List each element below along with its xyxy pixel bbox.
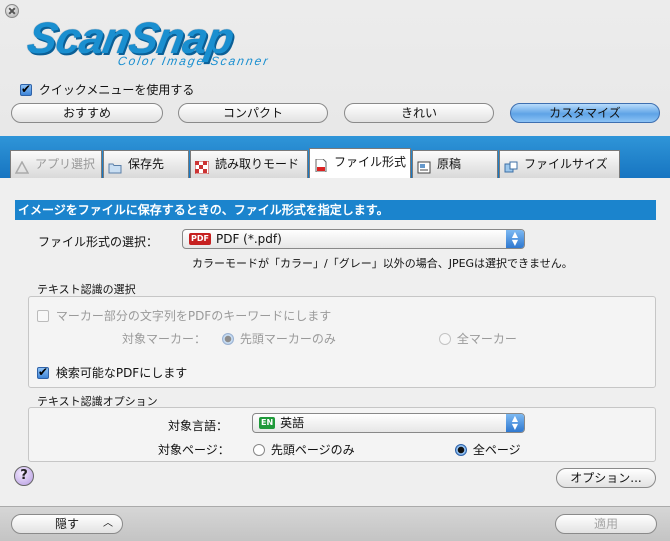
pdf-badge-icon: PDF — [189, 232, 211, 245]
jpeg-note: カラーモードが「カラー」/「グレー」以外の場合、JPEGは選択できません。 — [192, 257, 573, 270]
all-pages-radio-row[interactable]: 全ページ — [455, 441, 521, 458]
tab-label: ファイル形式 — [334, 155, 407, 169]
tab-label: 原稿 — [437, 157, 462, 171]
hide-label: 隠す — [54, 517, 79, 531]
text-recognition-group-label: テキスト認識の選択 — [37, 283, 136, 296]
en-badge-icon: EN — [259, 416, 276, 429]
first-marker-radio — [222, 332, 234, 345]
tab-label: 保存先 — [128, 157, 165, 171]
preset-compact-button[interactable]: コンパクト — [178, 103, 328, 123]
help-icon[interactable]: ? — [14, 466, 34, 486]
quick-menu-checkbox-row[interactable]: クイックメニューを使用する — [20, 81, 194, 98]
pages-label: 対象ページ： — [158, 443, 230, 457]
searchable-pdf-label: 検索可能なPDFにします — [55, 366, 188, 380]
folder-icon — [108, 157, 122, 174]
select-arrows-icon: ▲ ▼ — [506, 414, 524, 432]
section-heading: イメージをファイルに保存するときの、ファイル形式を指定します。 — [15, 200, 656, 220]
pdf-file-icon — [314, 155, 328, 173]
tab-file-format[interactable]: ファイル形式 — [309, 148, 411, 178]
close-icon[interactable] — [5, 4, 19, 18]
first-page-label: 先頭ページのみ — [270, 443, 355, 457]
tab-label: 読み取りモード — [215, 157, 300, 171]
quick-menu-label: クイックメニューを使用する — [38, 83, 195, 97]
app-icon — [14, 157, 30, 174]
tab-save-location[interactable]: 保存先 — [103, 150, 189, 178]
language-label: 対象言語： — [168, 419, 229, 433]
first-page-radio-row[interactable]: 先頭ページのみ — [253, 441, 355, 458]
tab-document[interactable]: 原稿 — [412, 150, 498, 178]
tab-file-size[interactable]: ファイルサイズ — [499, 150, 620, 178]
document-icon — [417, 157, 431, 174]
first-marker-radio-row: 先頭マーカーのみ — [222, 330, 336, 347]
tab-app-select: アプリ選択 — [10, 150, 102, 178]
file-format-select[interactable]: PDF PDF (*.pdf) ▲ ▼ — [182, 229, 525, 249]
all-pages-radio[interactable] — [455, 443, 467, 456]
marker-keyword-label: マーカー部分の文字列をPDFのキーワードにします — [55, 309, 332, 323]
preset-fine-button[interactable]: きれい — [344, 103, 494, 123]
tab-label: アプリ選択 — [35, 157, 96, 171]
select-arrows-icon: ▲ ▼ — [506, 230, 524, 248]
preset-recommended-button[interactable]: おすすめ — [11, 103, 163, 123]
language-value: 英語 — [280, 416, 305, 430]
all-markers-radio-row: 全マーカー — [439, 330, 517, 347]
tab-scan-mode[interactable]: 読み取りモード — [190, 150, 308, 178]
filesize-icon — [504, 157, 518, 173]
first-marker-label: 先頭マーカーのみ — [239, 332, 336, 346]
searchable-pdf-row[interactable]: 検索可能なPDFにします — [37, 364, 187, 381]
checker-icon — [194, 157, 210, 175]
all-markers-label: 全マーカー — [456, 332, 517, 346]
language-select[interactable]: EN 英語 ▲ ▼ — [252, 413, 525, 433]
logo-subtitle: Color Image Scanner — [116, 54, 271, 68]
hide-button[interactable]: 隠す ︿ — [11, 514, 123, 534]
target-marker-label: 対象マーカー： — [122, 332, 207, 346]
marker-keyword-checkbox — [37, 309, 49, 322]
chevron-up-icon: ︿ — [103, 518, 113, 529]
options-button[interactable]: オプション... — [556, 468, 656, 488]
searchable-pdf-checkbox[interactable] — [37, 365, 49, 379]
all-pages-label: 全ページ — [472, 443, 521, 457]
apply-button: 適用 — [555, 514, 657, 534]
tab-label: ファイルサイズ — [524, 157, 608, 171]
file-format-label: ファイル形式の選択： — [38, 235, 159, 249]
file-format-value: PDF (*.pdf) — [215, 232, 282, 246]
first-page-radio[interactable] — [253, 443, 265, 456]
quick-menu-checkbox[interactable] — [20, 82, 32, 96]
marker-keyword-row: マーカー部分の文字列をPDFのキーワードにします — [37, 307, 331, 324]
preset-customize-button[interactable]: カスタマイズ — [510, 103, 660, 123]
all-markers-radio — [439, 332, 451, 345]
